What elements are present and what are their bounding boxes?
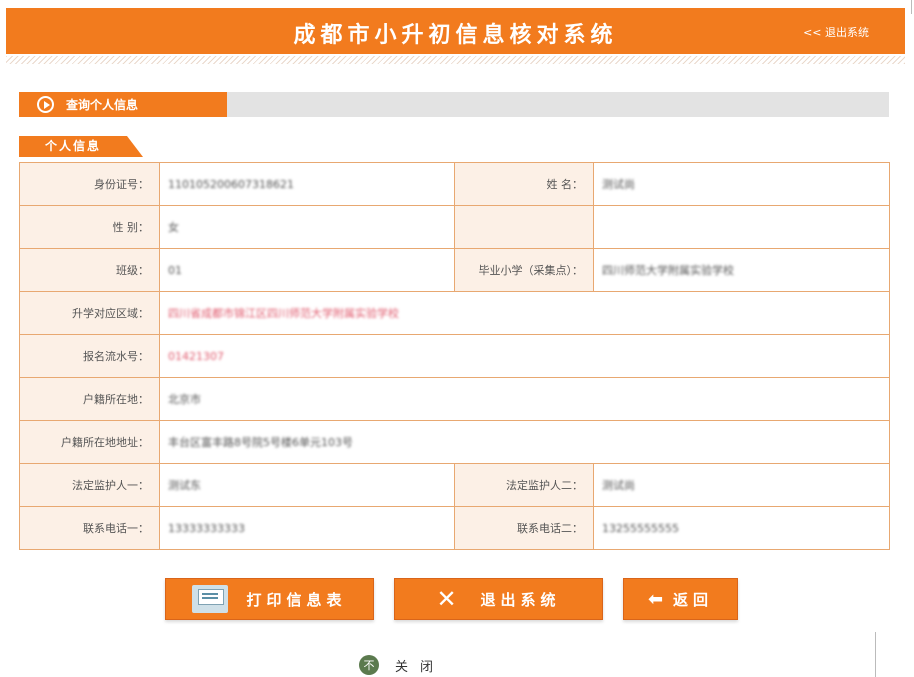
printer-icon	[192, 585, 229, 613]
table-row: 身份证号： 110105200607318621 姓 名： 测试尚	[19, 162, 890, 206]
table-row: 班级： 01 毕业小学（采集点）： 四川师范大学附属实验学校	[19, 248, 890, 292]
admission-area-label: 升学对应区域：	[19, 291, 160, 335]
personal-info-table: 身份证号： 110105200607318621 姓 名： 测试尚 性 别： 女…	[19, 162, 890, 550]
query-bar: 查询个人信息	[19, 92, 889, 117]
arrow-left-icon: ⬅	[647, 588, 664, 610]
table-row: 升学对应区域： 四川省成都市锦江区四川师范大学附属实验学校	[19, 291, 890, 335]
phone-two-value: 13255555555	[593, 506, 890, 550]
page-title: 成都市小升初信息核对系统	[293, 23, 618, 48]
class-value: 01	[159, 248, 455, 292]
guardian-two-label: 法定监护人二：	[454, 463, 594, 507]
admission-area-value: 四川省成都市锦江区四川师范大学附属实验学校	[159, 291, 890, 335]
class-label: 班级：	[19, 248, 160, 292]
logout-link[interactable]: << 退出系统	[803, 24, 869, 40]
guardian-one-value: 测试东	[159, 463, 455, 507]
section-title-personal-info: 个人信息	[19, 136, 143, 157]
close-label: 关闭	[395, 659, 446, 675]
registration-serial-label: 报名流水号：	[19, 334, 160, 378]
gender-value: 女	[159, 205, 455, 249]
close-window-button[interactable]: 不 关闭	[359, 654, 445, 676]
exit-system-button[interactable]: ✕ 退出系统	[394, 578, 603, 620]
window-edge	[911, 0, 912, 14]
household-address-label: 户籍所在地地址：	[19, 420, 160, 464]
gender-label: 性 别：	[19, 205, 160, 249]
table-row: 联系电话一： 13333333333 联系电话二： 13255555555	[19, 506, 890, 550]
close-circle-icon: 不	[359, 655, 379, 675]
back-button[interactable]: ⬅ 返回	[623, 578, 738, 620]
household-location-label: 户籍所在地：	[19, 377, 160, 421]
phone-one-value: 13333333333	[159, 506, 455, 550]
header-divider	[6, 56, 905, 64]
tab-query-personal-info[interactable]: 查询个人信息	[19, 92, 227, 117]
print-button-label: 打印信息表	[246, 590, 347, 609]
name-label: 姓 名：	[454, 162, 594, 206]
empty-label	[454, 205, 594, 249]
header-bar: 成都市小升初信息核对系统 << 退出系统	[6, 8, 905, 54]
guardian-one-label: 法定监护人一：	[19, 463, 160, 507]
id-number-value: 110105200607318621	[159, 162, 455, 206]
id-number-label: 身份证号：	[19, 162, 160, 206]
household-location-value: 北京市	[159, 377, 890, 421]
phone-two-label: 联系电话二：	[454, 506, 594, 550]
window-edge	[875, 632, 876, 677]
print-info-button[interactable]: 打印信息表	[165, 578, 374, 620]
close-x-icon: ✕	[436, 585, 457, 613]
back-button-label: 返回	[673, 590, 714, 609]
graduated-school-value: 四川师范大学附属实验学校	[593, 248, 890, 292]
phone-one-label: 联系电话一：	[19, 506, 160, 550]
graduated-school-label: 毕业小学（采集点）：	[454, 248, 594, 292]
table-row: 户籍所在地： 北京市	[19, 377, 890, 421]
name-value: 测试尚	[593, 162, 890, 206]
empty-value	[593, 205, 890, 249]
play-circle-icon	[37, 96, 54, 113]
table-row: 户籍所在地地址： 丰台区富丰路8号院5号楼6单元103号	[19, 420, 890, 464]
table-row: 报名流水号： 01421307	[19, 334, 890, 378]
guardian-two-value: 测试尚	[593, 463, 890, 507]
table-row: 性 别： 女	[19, 205, 890, 249]
tab-label: 查询个人信息	[66, 98, 139, 112]
household-address-value: 丰台区富丰路8号院5号楼6单元103号	[159, 420, 890, 464]
table-row: 法定监护人一： 测试东 法定监护人二： 测试尚	[19, 463, 890, 507]
registration-serial-value: 01421307	[159, 334, 890, 378]
exit-button-label: 退出系统	[480, 590, 561, 609]
